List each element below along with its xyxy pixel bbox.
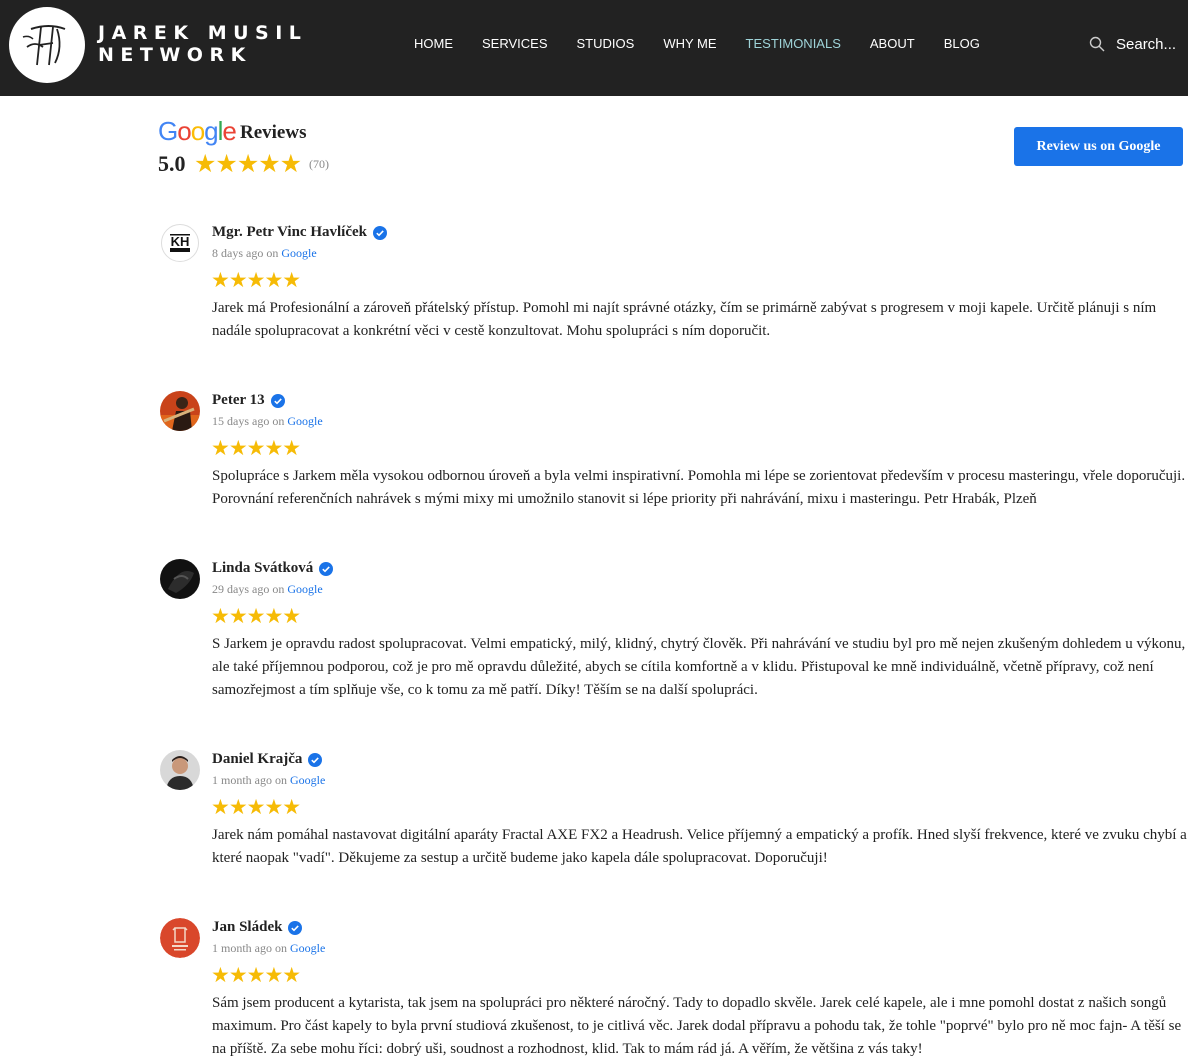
review-stars: ★★★★★ <box>211 605 301 628</box>
site-header: JAREK MUSIL NETWORK HOME SERVICES STUDIO… <box>0 0 1188 96</box>
review-author[interactable]: Peter 13 <box>212 392 285 409</box>
overall-rating: 5.0 <box>158 151 186 176</box>
google-logo: Google <box>158 116 237 146</box>
review-meta: 8 days ago on Google <box>212 246 317 261</box>
brand-line-1: JAREK MUSIL <box>98 22 308 44</box>
review-source-link[interactable]: Google <box>287 414 322 428</box>
review-author[interactable]: Mgr. Petr Vinc Havlíček <box>212 224 387 241</box>
review-source-link[interactable]: Google <box>287 582 322 596</box>
nav-testimonials[interactable]: TESTIMONIALS <box>746 34 841 54</box>
review-author[interactable]: Jan Sládek <box>212 919 303 936</box>
avatar <box>160 918 200 958</box>
review-time: 1 month ago <box>212 773 272 787</box>
verified-icon <box>372 225 387 240</box>
review-on: on <box>272 582 285 596</box>
nav-why-me[interactable]: WHY ME <box>663 34 716 54</box>
review-author[interactable]: Daniel Krajča <box>212 751 323 768</box>
review-on: on <box>275 773 287 787</box>
review-time: 1 month ago <box>212 941 272 955</box>
google-letter: e <box>222 116 237 146</box>
author-name: Linda Svátková <box>212 560 314 576</box>
review-source-link[interactable]: Google <box>290 941 325 955</box>
brand-name[interactable]: JAREK MUSIL NETWORK <box>98 22 307 66</box>
google-letter: o <box>177 116 192 146</box>
google-letter: g <box>204 116 219 146</box>
nav-blog[interactable]: BLOG <box>944 34 980 54</box>
author-name: Daniel Krajča <box>212 751 303 767</box>
verified-icon <box>288 920 303 935</box>
red-music-logo-icon <box>160 918 200 958</box>
reviews-title: Reviews <box>240 122 307 143</box>
verified-icon <box>270 393 285 408</box>
avatar: KH <box>160 223 200 263</box>
logo-monogram-icon <box>22 25 66 66</box>
review-text: Sám jsem producent a kytarista, tak jsem… <box>212 995 1182 1057</box>
nav-studios[interactable]: STUDIOS <box>577 34 635 54</box>
author-name: Jan Sládek <box>212 919 283 935</box>
author-name: Peter 13 <box>212 392 265 408</box>
review-stars: ★★★★★ <box>211 437 301 460</box>
search-box[interactable]: Search... <box>1089 34 1176 54</box>
review-text: Jarek má Profesionální a zároveň přátels… <box>212 300 1157 339</box>
man-portrait-icon <box>160 750 200 790</box>
review-time: 8 days ago <box>212 246 264 260</box>
review-on: on <box>272 414 285 428</box>
review-stars: ★★★★★ <box>211 796 301 819</box>
svg-text:KH: KH <box>171 234 190 249</box>
review-text: Spolupráce s Jarkem měla vysokou odborno… <box>212 468 1186 507</box>
google-letter: G <box>158 116 178 146</box>
google-letter: o <box>190 116 206 146</box>
nav-about[interactable]: ABOUT <box>870 34 915 54</box>
review-on: on <box>275 941 287 955</box>
review-source-link[interactable]: Google <box>290 773 325 787</box>
site-logo[interactable] <box>9 7 85 83</box>
search-icon <box>1089 36 1105 52</box>
review-meta: 1 month ago on Google <box>212 773 325 788</box>
review-author[interactable]: Linda Svátková <box>212 560 334 577</box>
review-time: 15 days ago <box>212 414 270 428</box>
author-name: Mgr. Petr Vinc Havlíček <box>212 224 367 240</box>
review-meta: 1 month ago on Google <box>212 941 325 956</box>
review-us-on-google-button[interactable]: Review us on Google <box>1014 127 1183 166</box>
avatar <box>160 750 200 790</box>
nav-services[interactable]: SERVICES <box>482 34 548 54</box>
review-stars: ★★★★★ <box>211 964 301 987</box>
review-stars: ★★★★★ <box>211 269 301 292</box>
main-nav: HOME SERVICES STUDIOS WHY ME TESTIMONIAL… <box>414 34 1009 54</box>
dark-portrait-icon <box>160 559 200 599</box>
review-source-link[interactable]: Google <box>281 246 316 260</box>
avatar <box>160 391 200 431</box>
review-meta: 29 days ago on Google <box>212 582 323 597</box>
review-count: (70) <box>309 157 329 171</box>
review-on: on <box>266 246 279 260</box>
nav-home[interactable]: HOME <box>414 34 453 54</box>
brand-line-2: NETWORK <box>98 44 252 66</box>
review-time: 29 days ago <box>212 582 270 596</box>
kh-filmin-logo-icon: KH <box>160 223 200 263</box>
search-placeholder: Search... <box>1116 35 1177 53</box>
guitarist-photo-icon <box>160 391 200 431</box>
verified-icon <box>308 752 323 767</box>
overall-stars: ★★★★★ <box>194 150 302 178</box>
review-text: Jarek nám pomáhal nastavovat digitální a… <box>212 827 1187 866</box>
avatar <box>160 559 200 599</box>
verified-icon <box>319 561 334 576</box>
review-text: S Jarkem je opravdu radost spolupracovat… <box>212 636 1186 698</box>
review-meta: 15 days ago on Google <box>212 414 323 429</box>
